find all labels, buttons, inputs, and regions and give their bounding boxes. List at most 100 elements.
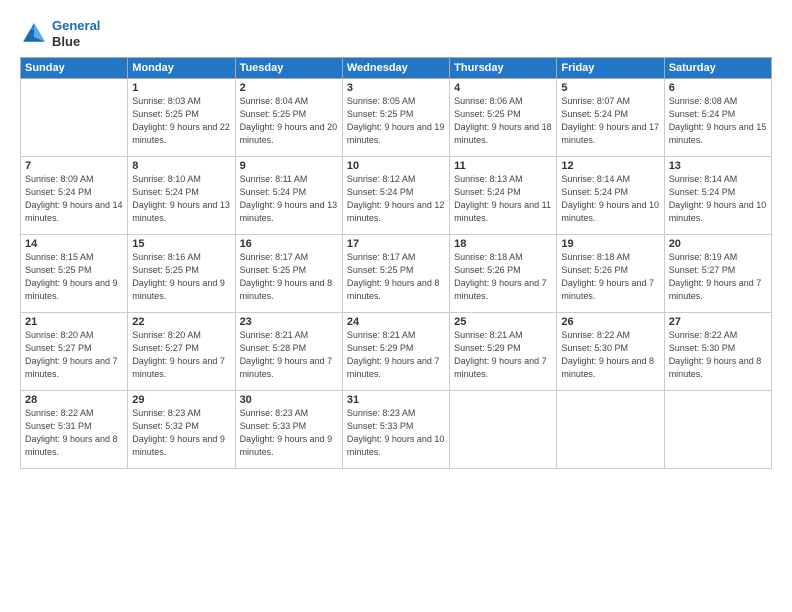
day-number: 28 [25,394,123,406]
calendar-cell: 21Sunrise: 8:20 AMSunset: 5:27 PMDayligh… [21,313,128,391]
calendar-cell: 19Sunrise: 8:18 AMSunset: 5:26 PMDayligh… [557,235,664,313]
day-info: Sunrise: 8:21 AMSunset: 5:29 PMDaylight:… [347,329,445,381]
calendar-cell: 12Sunrise: 8:14 AMSunset: 5:24 PMDayligh… [557,157,664,235]
calendar-week-2: 7Sunrise: 8:09 AMSunset: 5:24 PMDaylight… [21,157,772,235]
day-number: 22 [132,316,230,328]
calendar-cell: 4Sunrise: 8:06 AMSunset: 5:25 PMDaylight… [450,79,557,157]
day-info: Sunrise: 8:05 AMSunset: 5:25 PMDaylight:… [347,95,445,147]
calendar-cell [21,79,128,157]
day-number: 31 [347,394,445,406]
day-info: Sunrise: 8:16 AMSunset: 5:25 PMDaylight:… [132,251,230,303]
calendar-cell: 30Sunrise: 8:23 AMSunset: 5:33 PMDayligh… [235,391,342,469]
day-info: Sunrise: 8:20 AMSunset: 5:27 PMDaylight:… [25,329,123,381]
day-info: Sunrise: 8:21 AMSunset: 5:29 PMDaylight:… [454,329,552,381]
day-number: 18 [454,238,552,250]
day-info: Sunrise: 8:20 AMSunset: 5:27 PMDaylight:… [132,329,230,381]
calendar-cell: 13Sunrise: 8:14 AMSunset: 5:24 PMDayligh… [664,157,771,235]
calendar-header-saturday: Saturday [664,58,771,79]
calendar-cell: 15Sunrise: 8:16 AMSunset: 5:25 PMDayligh… [128,235,235,313]
calendar-cell: 27Sunrise: 8:22 AMSunset: 5:30 PMDayligh… [664,313,771,391]
day-info: Sunrise: 8:07 AMSunset: 5:24 PMDaylight:… [561,95,659,147]
day-info: Sunrise: 8:09 AMSunset: 5:24 PMDaylight:… [25,173,123,225]
day-number: 10 [347,160,445,172]
day-number: 15 [132,238,230,250]
calendar-cell: 8Sunrise: 8:10 AMSunset: 5:24 PMDaylight… [128,157,235,235]
day-number: 30 [240,394,338,406]
calendar-week-4: 21Sunrise: 8:20 AMSunset: 5:27 PMDayligh… [21,313,772,391]
day-number: 20 [669,238,767,250]
day-number: 3 [347,82,445,94]
calendar-header-tuesday: Tuesday [235,58,342,79]
day-number: 1 [132,82,230,94]
day-number: 9 [240,160,338,172]
calendar-cell: 22Sunrise: 8:20 AMSunset: 5:27 PMDayligh… [128,313,235,391]
day-info: Sunrise: 8:17 AMSunset: 5:25 PMDaylight:… [347,251,445,303]
day-info: Sunrise: 8:11 AMSunset: 5:24 PMDaylight:… [240,173,338,225]
calendar-cell: 11Sunrise: 8:13 AMSunset: 5:24 PMDayligh… [450,157,557,235]
day-info: Sunrise: 8:21 AMSunset: 5:28 PMDaylight:… [240,329,338,381]
day-info: Sunrise: 8:15 AMSunset: 5:25 PMDaylight:… [25,251,123,303]
calendar-cell: 20Sunrise: 8:19 AMSunset: 5:27 PMDayligh… [664,235,771,313]
day-number: 4 [454,82,552,94]
calendar-cell: 17Sunrise: 8:17 AMSunset: 5:25 PMDayligh… [342,235,449,313]
day-info: Sunrise: 8:14 AMSunset: 5:24 PMDaylight:… [561,173,659,225]
calendar-header-row: SundayMondayTuesdayWednesdayThursdayFrid… [21,58,772,79]
calendar-cell: 16Sunrise: 8:17 AMSunset: 5:25 PMDayligh… [235,235,342,313]
header: General Blue [20,18,772,49]
day-number: 23 [240,316,338,328]
day-info: Sunrise: 8:19 AMSunset: 5:27 PMDaylight:… [669,251,767,303]
day-info: Sunrise: 8:22 AMSunset: 5:31 PMDaylight:… [25,407,123,459]
calendar-cell [664,391,771,469]
calendar-header-wednesday: Wednesday [342,58,449,79]
day-number: 26 [561,316,659,328]
day-info: Sunrise: 8:23 AMSunset: 5:33 PMDaylight:… [240,407,338,459]
logo: General Blue [20,18,100,49]
day-number: 27 [669,316,767,328]
day-info: Sunrise: 8:23 AMSunset: 5:33 PMDaylight:… [347,407,445,459]
calendar-cell: 29Sunrise: 8:23 AMSunset: 5:32 PMDayligh… [128,391,235,469]
calendar-cell: 23Sunrise: 8:21 AMSunset: 5:28 PMDayligh… [235,313,342,391]
calendar-cell: 18Sunrise: 8:18 AMSunset: 5:26 PMDayligh… [450,235,557,313]
day-info: Sunrise: 8:04 AMSunset: 5:25 PMDaylight:… [240,95,338,147]
day-number: 29 [132,394,230,406]
day-info: Sunrise: 8:14 AMSunset: 5:24 PMDaylight:… [669,173,767,225]
calendar-header-thursday: Thursday [450,58,557,79]
day-info: Sunrise: 8:10 AMSunset: 5:24 PMDaylight:… [132,173,230,225]
day-number: 21 [25,316,123,328]
day-info: Sunrise: 8:23 AMSunset: 5:32 PMDaylight:… [132,407,230,459]
day-number: 6 [669,82,767,94]
calendar-cell: 26Sunrise: 8:22 AMSunset: 5:30 PMDayligh… [557,313,664,391]
calendar-cell: 9Sunrise: 8:11 AMSunset: 5:24 PMDaylight… [235,157,342,235]
page-container: General Blue SundayMondayTuesdayWednesda… [0,0,792,612]
calendar-week-3: 14Sunrise: 8:15 AMSunset: 5:25 PMDayligh… [21,235,772,313]
day-number: 25 [454,316,552,328]
day-number: 14 [25,238,123,250]
calendar-header-sunday: Sunday [21,58,128,79]
calendar-cell: 10Sunrise: 8:12 AMSunset: 5:24 PMDayligh… [342,157,449,235]
logo-text: General Blue [52,18,100,49]
day-info: Sunrise: 8:18 AMSunset: 5:26 PMDaylight:… [561,251,659,303]
day-number: 24 [347,316,445,328]
logo-icon [20,20,48,48]
calendar-cell: 5Sunrise: 8:07 AMSunset: 5:24 PMDaylight… [557,79,664,157]
day-info: Sunrise: 8:18 AMSunset: 5:26 PMDaylight:… [454,251,552,303]
day-info: Sunrise: 8:17 AMSunset: 5:25 PMDaylight:… [240,251,338,303]
calendar-cell: 2Sunrise: 8:04 AMSunset: 5:25 PMDaylight… [235,79,342,157]
calendar-cell: 31Sunrise: 8:23 AMSunset: 5:33 PMDayligh… [342,391,449,469]
day-info: Sunrise: 8:13 AMSunset: 5:24 PMDaylight:… [454,173,552,225]
calendar-cell: 3Sunrise: 8:05 AMSunset: 5:25 PMDaylight… [342,79,449,157]
calendar-table: SundayMondayTuesdayWednesdayThursdayFrid… [20,57,772,469]
calendar-cell: 28Sunrise: 8:22 AMSunset: 5:31 PMDayligh… [21,391,128,469]
day-number: 17 [347,238,445,250]
day-info: Sunrise: 8:03 AMSunset: 5:25 PMDaylight:… [132,95,230,147]
calendar-cell: 14Sunrise: 8:15 AMSunset: 5:25 PMDayligh… [21,235,128,313]
calendar-header-friday: Friday [557,58,664,79]
day-number: 19 [561,238,659,250]
calendar-cell: 24Sunrise: 8:21 AMSunset: 5:29 PMDayligh… [342,313,449,391]
calendar-cell: 1Sunrise: 8:03 AMSunset: 5:25 PMDaylight… [128,79,235,157]
day-info: Sunrise: 8:08 AMSunset: 5:24 PMDaylight:… [669,95,767,147]
calendar-cell: 25Sunrise: 8:21 AMSunset: 5:29 PMDayligh… [450,313,557,391]
day-number: 2 [240,82,338,94]
day-info: Sunrise: 8:22 AMSunset: 5:30 PMDaylight:… [669,329,767,381]
day-number: 8 [132,160,230,172]
